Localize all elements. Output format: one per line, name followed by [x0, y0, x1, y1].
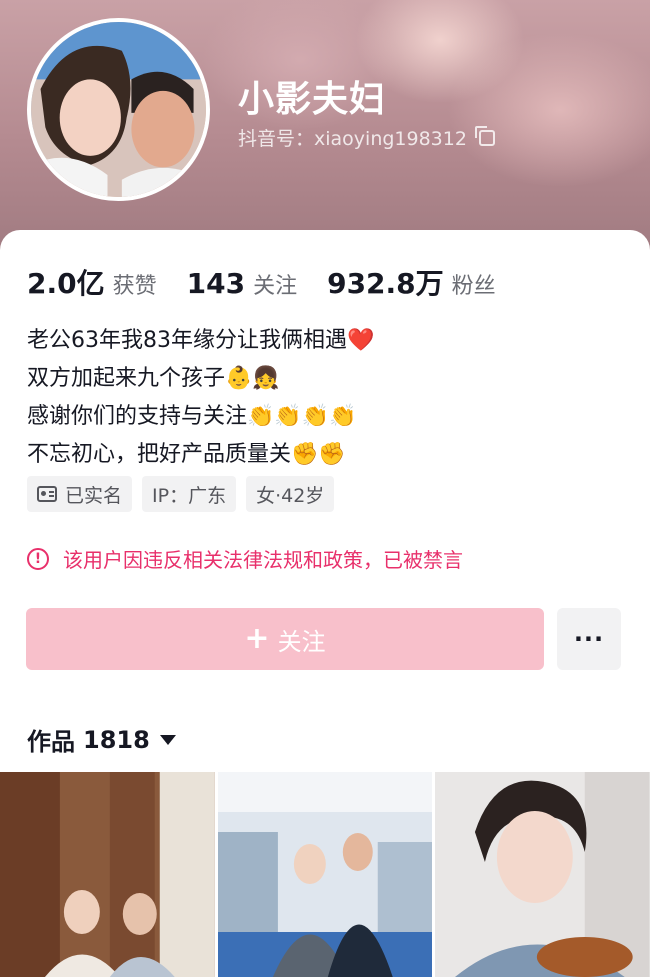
profile-tags: 已实名 IP：广东 女·42岁	[27, 476, 335, 512]
bio-line: 感谢你们的支持与关注👏👏👏👏	[27, 404, 357, 429]
plus-icon: +	[244, 621, 270, 656]
profile-card: 2.0亿 获赞 143 关注 932.8万 粉丝 老公63年我83年缘分让我俩相…	[0, 230, 650, 977]
follow-button-label: 关注	[277, 627, 326, 656]
douyin-id[interactable]: 抖音号：xiaoying198312	[238, 124, 495, 151]
stat-label: 关注	[253, 274, 298, 299]
douyin-id-text: 抖音号：xiaoying198312	[238, 128, 467, 150]
stat-label: 获赞	[112, 274, 157, 299]
bio: 老公63年我83年缘分让我俩相遇❤️ 双方加起来九个孩子👶👧 感谢你们的支持与关…	[27, 322, 374, 474]
tag-gender-age: 女·42岁	[246, 476, 335, 512]
works-grid	[0, 772, 650, 977]
thumbnail-image	[435, 772, 650, 977]
video-thumbnail[interactable]	[0, 772, 215, 977]
works-label: 作品	[27, 728, 75, 756]
ban-notice-text: 该用户因违反相关法律法规和政策，已被禁言	[63, 548, 463, 572]
video-thumbnail[interactable]	[435, 772, 650, 977]
caret-down-icon[interactable]	[159, 734, 176, 745]
id-card-icon	[37, 486, 57, 502]
stat-number: 932.8万	[327, 267, 444, 300]
tag-label: 已实名	[65, 484, 123, 507]
stat-number: 2.0亿	[27, 267, 105, 300]
follow-button[interactable]: + 关注	[26, 608, 544, 670]
thumbnail-image	[217, 772, 433, 977]
stat-label: 粉丝	[451, 274, 496, 299]
stats-row: 2.0亿 获赞 143 关注 932.8万 粉丝	[27, 262, 526, 302]
copy-icon[interactable]	[474, 125, 495, 146]
thumbnail-image	[0, 772, 215, 977]
stat-likes: 2.0亿 获赞	[27, 262, 157, 302]
bio-line: 老公63年我83年缘分让我俩相遇❤️	[27, 328, 375, 353]
tab-works[interactable]: 作品 1818	[27, 722, 176, 757]
tag-label: 女·42岁	[256, 484, 325, 507]
stat-number: 143	[186, 267, 246, 300]
tag-ip: IP：广东	[142, 476, 237, 512]
nickname: 小影夫妇	[238, 79, 387, 120]
avatar[interactable]	[27, 18, 210, 201]
tag-label: IP：广东	[152, 484, 227, 507]
tag-verified: 已实名	[27, 476, 133, 512]
bio-line: 不忘初心，把好产品质量关✊✊	[27, 442, 346, 467]
video-thumbnail[interactable]	[217, 772, 433, 977]
more-options-button[interactable]: ···	[557, 608, 621, 670]
stat-following[interactable]: 143 关注	[187, 267, 297, 300]
ban-notice: ! 该用户因违反相关法律法规和政策，已被禁言	[27, 544, 463, 573]
stat-followers[interactable]: 932.8万 粉丝	[327, 262, 496, 302]
warning-icon: !	[27, 547, 49, 570]
avatar-image	[31, 22, 206, 197]
bio-line: 双方加起来九个孩子👶👧	[27, 366, 280, 391]
works-count: 1818	[83, 725, 150, 754]
